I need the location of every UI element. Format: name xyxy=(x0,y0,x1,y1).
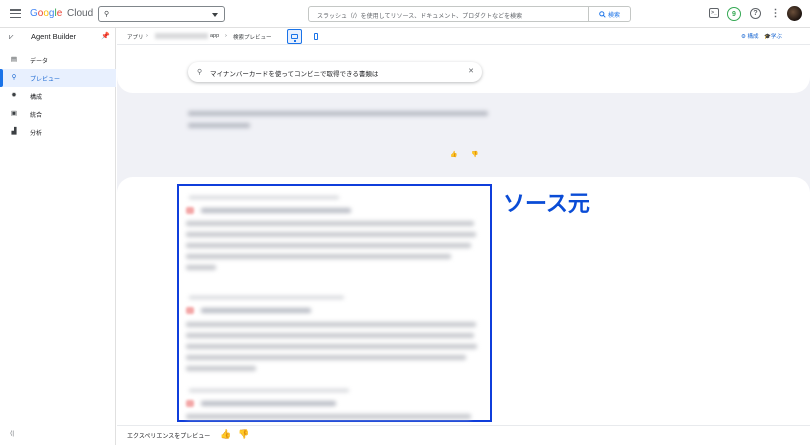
sidebar-item-label: 構成 xyxy=(30,95,43,101)
chevron-right-icon: › xyxy=(225,33,227,39)
hub-icon: ⚲ xyxy=(104,11,110,18)
project-selector[interactable]: ⚲ xyxy=(98,6,225,22)
search-input[interactable]: スラッシュ（/）を使用してリソース、ドキュメント、プロダクトなどを検索 検索 xyxy=(308,6,631,22)
preview-experience-label: エクスペリエンスをプレビュー xyxy=(127,434,211,440)
search-button-label: 検索 xyxy=(607,12,620,19)
thumb-down-icon[interactable]: 👎 xyxy=(471,151,478,158)
page-header: アプリ › app › 検索プレビュー ⚙ 構成 🎓学ぶ xyxy=(117,28,810,45)
avatar[interactable] xyxy=(787,6,802,21)
top-app-bar: Google Cloud ⚲ スラッシュ（/）を使用してリソース、ドキュメント、… xyxy=(0,0,810,28)
configure-label: 構成 xyxy=(747,34,759,40)
pin-icon[interactable]: 📌 xyxy=(101,32,110,40)
sidebar-item-data[interactable]: ▤ データ xyxy=(0,51,116,69)
sidebar-item-configure[interactable]: ✹ 構成 xyxy=(0,87,116,105)
sidebar-item-preview[interactable]: ⚲ プレビュー xyxy=(0,69,116,87)
chevron-right-icon: › xyxy=(146,33,148,39)
collapse-sidebar-icon[interactable]: ⟨| xyxy=(10,430,14,437)
google-cloud-logo[interactable]: Google Cloud xyxy=(30,8,93,19)
query-card: ⚲ マイナンバーカードを使ってコンビニで取得できる書類は ✕ xyxy=(117,46,810,93)
chevron-down-icon xyxy=(212,13,218,17)
analytics-icon: ▟ xyxy=(11,128,17,135)
agent-builder-icon: ⩗ xyxy=(9,32,14,41)
preview-area: ⚲ マイナンバーカードを使ってコンビニで取得できる書類は ✕ 👍 👎 ソース元 xyxy=(117,46,810,445)
search-icon xyxy=(599,10,606,18)
google-wordmark: Google xyxy=(30,8,63,19)
mobile-view-button[interactable] xyxy=(308,29,323,44)
desktop-icon xyxy=(291,34,298,42)
source-annotation-label: ソース元 xyxy=(503,192,590,217)
mobile-icon xyxy=(313,33,318,40)
sidebar-title: Agent Builder xyxy=(31,32,77,41)
integration-icon: ▣ xyxy=(10,110,18,117)
thumb-up-icon[interactable]: 👍 xyxy=(220,429,231,440)
notification-badge[interactable]: 9 xyxy=(727,7,741,21)
preview-feedback-bar: エクスペリエンスをプレビュー 👍 👎 xyxy=(117,425,810,445)
sidebar-item-label: 分析 xyxy=(30,131,43,137)
sidebar-item-label: プレビュー xyxy=(30,77,61,83)
source-highlight-box xyxy=(177,184,492,422)
learn-label: 学ぶ xyxy=(770,34,782,40)
learn-button[interactable]: 🎓学ぶ xyxy=(764,32,782,40)
breadcrumb-app-name-redacted[interactable] xyxy=(155,33,208,39)
sidebar-item-analytics[interactable]: ▟ 分析 xyxy=(0,123,116,141)
sidebar-item-label: データ xyxy=(30,59,49,65)
clear-icon[interactable]: ✕ xyxy=(468,67,474,75)
settings-icon: ✹ xyxy=(11,92,17,99)
preview-search-input[interactable]: ⚲ マイナンバーカードを使ってコンビニで取得できる書類は ✕ xyxy=(188,62,482,82)
breadcrumb-app-suffix[interactable]: app xyxy=(210,33,219,39)
data-icon: ▤ xyxy=(10,56,18,63)
search-results-card: ソース元 xyxy=(117,177,810,445)
help-icon[interactable]: ? xyxy=(750,8,761,19)
terminal-icon[interactable]: >_ xyxy=(709,8,719,18)
desktop-view-button[interactable] xyxy=(287,29,302,44)
search-button[interactable]: 検索 xyxy=(588,6,630,22)
breadcrumb-current: 検索プレビュー xyxy=(233,35,272,41)
thumb-down-icon[interactable]: 👎 xyxy=(238,429,249,440)
query-text: マイナンバーカードを使ってコンビニで取得できる書類は xyxy=(210,71,379,78)
configure-button[interactable]: ⚙ 構成 xyxy=(741,32,758,40)
search-placeholder: スラッシュ（/）を使用してリソース、ドキュメント、プロダクトなどを検索 xyxy=(317,14,523,20)
breadcrumb-apps[interactable]: アプリ xyxy=(127,33,144,41)
cloud-wordmark: Cloud xyxy=(67,8,94,19)
sidebar-item-label: 統合 xyxy=(30,113,43,119)
sidebar-item-integration[interactable]: ▣ 統合 xyxy=(0,105,116,123)
sidebar-header: ⩗ Agent Builder 📌 xyxy=(0,28,116,45)
search-icon: ⚲ xyxy=(197,69,203,76)
thumb-up-icon[interactable]: 👍 xyxy=(450,151,457,158)
search-icon: ⚲ xyxy=(11,74,17,81)
menu-icon[interactable] xyxy=(10,9,21,19)
more-vert-icon[interactable]: ⋮ xyxy=(770,8,781,19)
school-icon: 🎓 xyxy=(764,34,771,40)
sidebar: ⩗ Agent Builder 📌 ▤ データ ⚲ プレビュー ✹ 構成 ▣ 統… xyxy=(0,28,116,445)
settings-icon: ⚙ xyxy=(741,34,746,40)
